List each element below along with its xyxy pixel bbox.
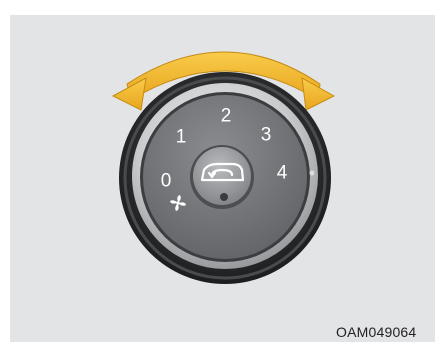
position-indicator-dot [309,170,315,176]
fan-speed-dial-illustration: 0 1 2 3 4 [111,51,336,284]
dial-position-0: 0 [161,171,172,192]
figure-code: OAM049064 [336,324,417,340]
indicator-lamp [220,193,228,201]
page: 0 1 2 3 4 OAM049064 [0,0,435,342]
dial-position-1: 1 [176,127,187,148]
dial-position-2: 2 [221,106,232,127]
dial-position-3: 3 [261,125,272,146]
dial-position-4: 4 [277,163,288,184]
